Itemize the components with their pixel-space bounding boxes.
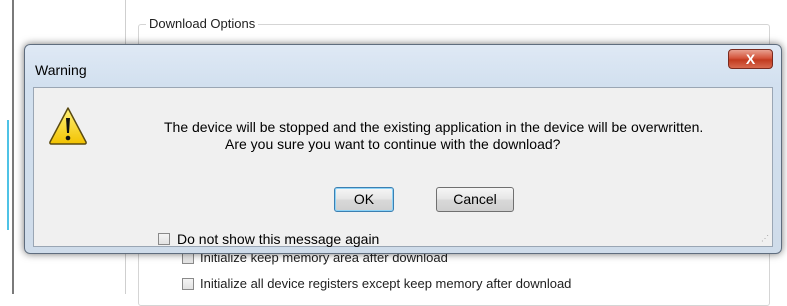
download-options-title: Download Options: [146, 16, 259, 31]
close-button[interactable]: X: [728, 49, 773, 69]
close-icon: X: [745, 51, 756, 67]
dont-show-checkbox[interactable]: [158, 233, 170, 245]
warning-dialog: Warning X The device will be stopped and…: [24, 44, 782, 254]
window-edge-accent: [7, 120, 9, 230]
window-left-border: [12, 0, 14, 294]
warning-message: The device will be stopped and the exist…: [164, 119, 774, 153]
cancel-button[interactable]: Cancel: [436, 187, 514, 212]
all-registers-checkbox[interactable]: [182, 277, 194, 290]
dont-show-row[interactable]: Do not show this message again: [158, 231, 379, 247]
ok-button[interactable]: OK: [334, 187, 394, 212]
all-registers-label: Initialize all device registers except k…: [200, 276, 572, 291]
message-line-1: The device will be stopped and the exist…: [164, 119, 704, 135]
dialog-body: The device will be stopped and the exist…: [33, 87, 773, 247]
warning-icon: [49, 107, 87, 145]
all-registers-row[interactable]: Initialize all device registers except k…: [182, 276, 571, 291]
message-line-2: Are you sure you want to continue with t…: [225, 136, 561, 152]
dialog-title: Warning: [35, 62, 87, 78]
dont-show-label: Do not show this message again: [177, 231, 380, 247]
resize-grip-icon[interactable]: ⋰: [761, 235, 769, 243]
